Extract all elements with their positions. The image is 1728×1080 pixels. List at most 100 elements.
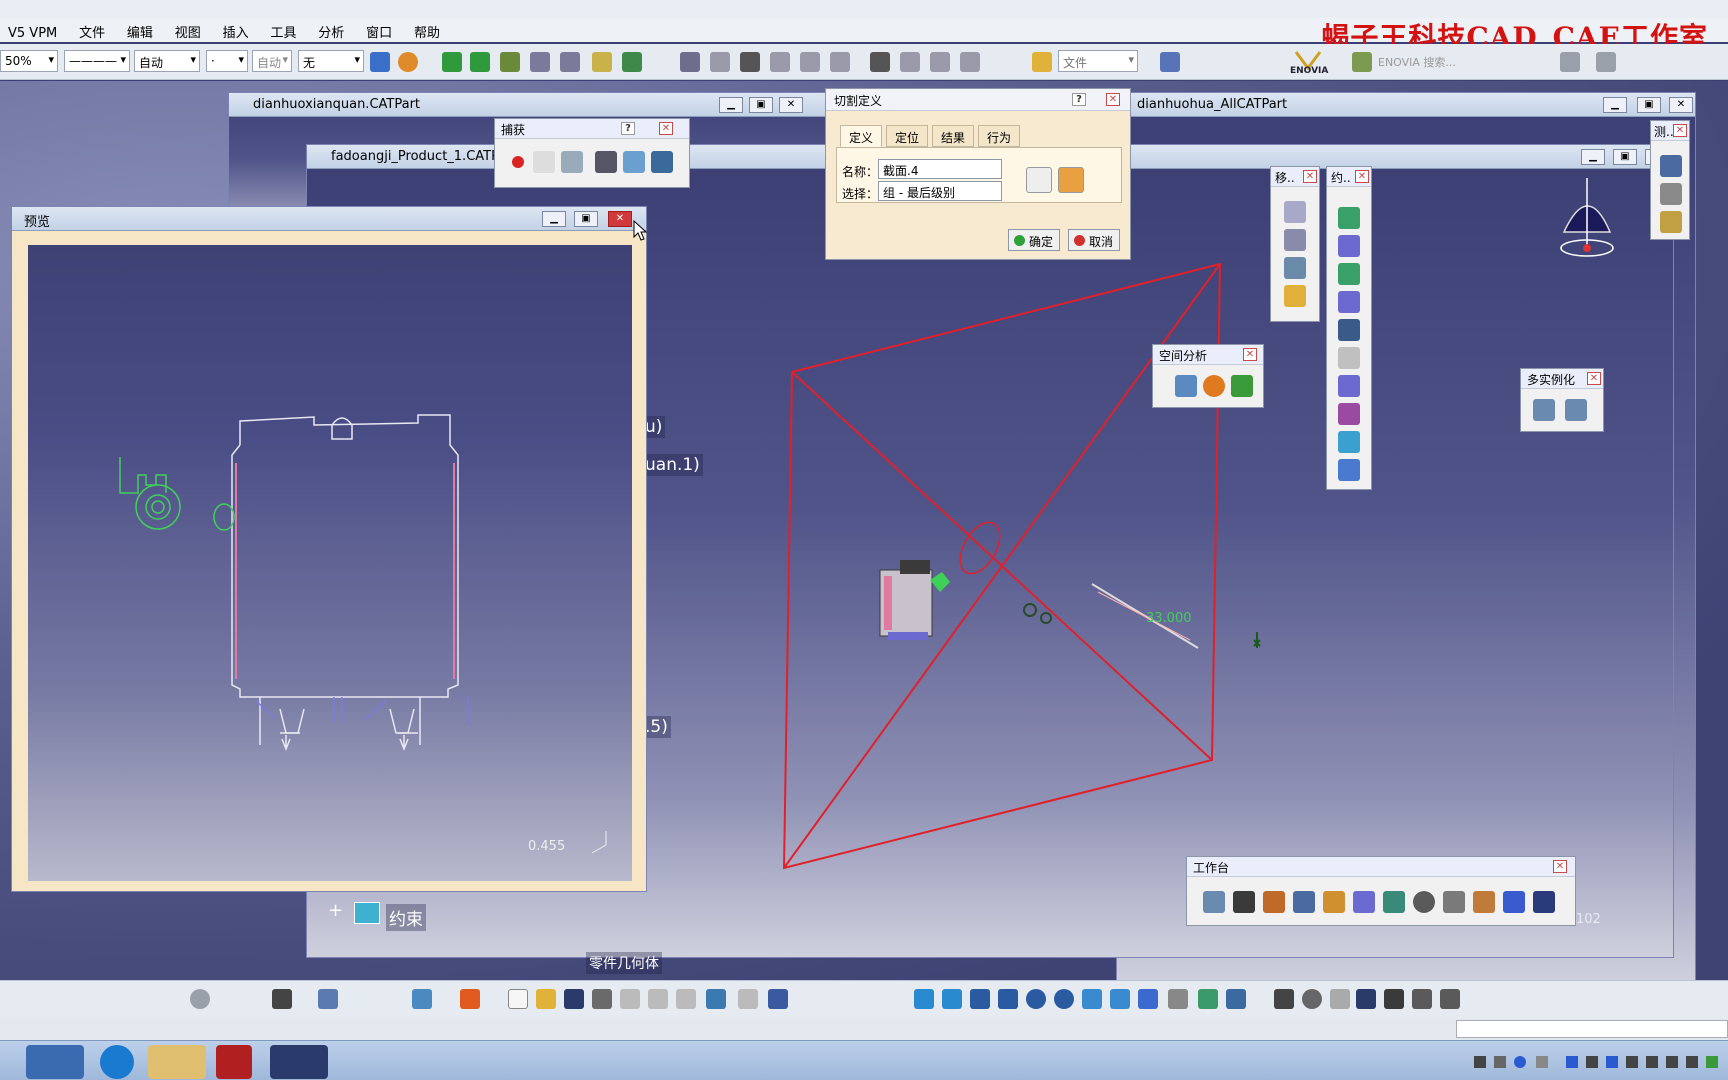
fly-icon[interactable] xyxy=(318,989,338,1009)
copy-icon[interactable] xyxy=(648,989,668,1009)
small-parts[interactable] xyxy=(1023,583,1261,649)
cut-icon[interactable] xyxy=(620,989,640,1009)
tree-expand-icon[interactable]: + xyxy=(328,902,344,920)
taskbar-acad-icon[interactable] xyxy=(216,1045,252,1079)
taskbar-app-icon[interactable] xyxy=(26,1045,84,1079)
iso-view-icon[interactable] xyxy=(1138,989,1158,1009)
refresh-icon[interactable] xyxy=(190,989,210,1009)
fast-multi-instance-icon[interactable] xyxy=(1565,399,1587,421)
swap-space-icon[interactable] xyxy=(1226,989,1246,1009)
normal-view-icon[interactable] xyxy=(1082,989,1102,1009)
wb-drafting-icon[interactable] xyxy=(1473,891,1495,913)
cut-close-button[interactable]: ✕ xyxy=(1106,93,1120,106)
grid-icon[interactable] xyxy=(460,989,480,1009)
measure-inertia-icon[interactable] xyxy=(1660,211,1682,233)
capture-close-button[interactable]: ✕ xyxy=(659,122,673,135)
clash-analysis-icon[interactable] xyxy=(1175,375,1197,397)
zoom-in-icon[interactable] xyxy=(1026,989,1046,1009)
ok-button[interactable]: 确定 xyxy=(1008,229,1061,251)
new-icon[interactable] xyxy=(508,989,528,1009)
wb-gear-icon[interactable] xyxy=(1413,891,1435,913)
name-field[interactable]: 截面.4 xyxy=(878,159,1002,179)
redo-icon[interactable] xyxy=(738,989,758,1009)
manipulation-icon[interactable] xyxy=(1284,201,1306,223)
fly-mode-icon[interactable] xyxy=(914,989,934,1009)
eraser-icon[interactable] xyxy=(412,989,432,1009)
camera-icon[interactable] xyxy=(272,989,292,1009)
command-input[interactable] xyxy=(1456,1020,1728,1038)
tab-definition[interactable]: 定义 xyxy=(840,125,883,147)
comment-icon[interactable] xyxy=(1302,989,1322,1009)
contact-icon[interactable] xyxy=(1338,235,1360,257)
coincidence-icon[interactable] xyxy=(1338,207,1360,229)
tree-icon[interactable] xyxy=(1384,989,1404,1009)
angle-icon[interactable] xyxy=(1338,291,1360,313)
measure-item-icon[interactable] xyxy=(1660,183,1682,205)
render-style-icon[interactable] xyxy=(1168,989,1188,1009)
taskbar-folder-icon[interactable] xyxy=(148,1045,206,1079)
compass-icon[interactable] xyxy=(1560,178,1614,257)
select-icon[interactable] xyxy=(533,151,555,173)
print-icon[interactable] xyxy=(592,989,612,1009)
tree-label-uan[interactable]: uan.1) xyxy=(642,454,703,476)
offset-icon[interactable] xyxy=(1338,263,1360,285)
tab-result[interactable]: 结果 xyxy=(932,125,975,147)
section-edit-icon[interactable] xyxy=(1058,167,1084,193)
explode-move-icon[interactable] xyxy=(1284,257,1306,279)
help-button[interactable]: ? xyxy=(621,122,635,135)
help-button[interactable]: ? xyxy=(1072,93,1086,106)
save-icon[interactable] xyxy=(564,989,584,1009)
measure-between-icon[interactable] xyxy=(1660,155,1682,177)
fix-icon[interactable] xyxy=(1338,319,1360,341)
wb-freestyle-icon[interactable] xyxy=(1323,891,1345,913)
pan-icon[interactable] xyxy=(970,989,990,1009)
paste-icon[interactable] xyxy=(676,989,696,1009)
taskbar-k-icon[interactable] xyxy=(100,1045,134,1079)
wb-shape-icon[interactable] xyxy=(1293,891,1315,913)
select-field[interactable]: 组 - 最后级别 xyxy=(878,181,1002,201)
formula-icon[interactable] xyxy=(1274,989,1294,1009)
capture-options-icon[interactable] xyxy=(561,151,583,173)
options-icon[interactable] xyxy=(1440,989,1460,1009)
taskbar-catia-icon[interactable] xyxy=(270,1045,328,1079)
engine-model[interactable] xyxy=(879,560,950,640)
smart-move-icon[interactable] xyxy=(1284,285,1306,307)
define-multi-instance-icon[interactable] xyxy=(1533,399,1555,421)
multi-instance-close-button[interactable]: ✕ xyxy=(1587,372,1601,385)
preview-view[interactable]: 0.455 xyxy=(28,245,632,881)
preview-maximize-button[interactable]: ▣ xyxy=(574,211,598,227)
preview-close-button[interactable]: ✕ xyxy=(608,211,632,227)
tab-position[interactable]: 定位 xyxy=(886,125,929,147)
rotate-icon[interactable] xyxy=(998,989,1018,1009)
hide-show-icon[interactable] xyxy=(1198,989,1218,1009)
tab-behavior[interactable]: 行为 xyxy=(978,125,1021,147)
lock-icon[interactable] xyxy=(1412,989,1432,1009)
album-icon[interactable] xyxy=(595,151,617,173)
record-icon[interactable] xyxy=(512,156,524,168)
whats-this-icon[interactable] xyxy=(768,989,788,1009)
sectioning-icon[interactable] xyxy=(1203,375,1225,397)
reuse-pattern-icon[interactable] xyxy=(1338,459,1360,481)
image-icon[interactable] xyxy=(623,151,645,173)
quick-constraint-icon[interactable] xyxy=(1338,375,1360,397)
plane-toggle-icon[interactable] xyxy=(1026,167,1052,193)
fit-all-icon[interactable] xyxy=(942,989,962,1009)
workbench-close-button[interactable]: ✕ xyxy=(1553,860,1567,873)
wb-kinematics-icon[interactable] xyxy=(1353,891,1375,913)
measure-close-button[interactable]: ✕ xyxy=(1673,124,1687,137)
constraint-close-button[interactable]: ✕ xyxy=(1355,170,1369,183)
chart-icon[interactable] xyxy=(651,151,673,173)
zoom-out-icon[interactable] xyxy=(1054,989,1074,1009)
table-icon[interactable] xyxy=(1356,989,1376,1009)
clip-icon[interactable] xyxy=(1338,347,1360,369)
undo-icon[interactable] xyxy=(706,989,726,1009)
wb-assembly-icon[interactable] xyxy=(1203,891,1225,913)
distance-analysis-icon[interactable] xyxy=(1231,375,1253,397)
multi-view-icon[interactable] xyxy=(1110,989,1130,1009)
wb-part-icon[interactable] xyxy=(1263,891,1285,913)
move-close-button[interactable]: ✕ xyxy=(1303,170,1317,183)
wb-knowledge-icon[interactable] xyxy=(1533,891,1555,913)
open-icon[interactable] xyxy=(536,989,556,1009)
cancel-button[interactable]: 取消 xyxy=(1068,229,1121,251)
snap-move-icon[interactable] xyxy=(1284,229,1306,251)
